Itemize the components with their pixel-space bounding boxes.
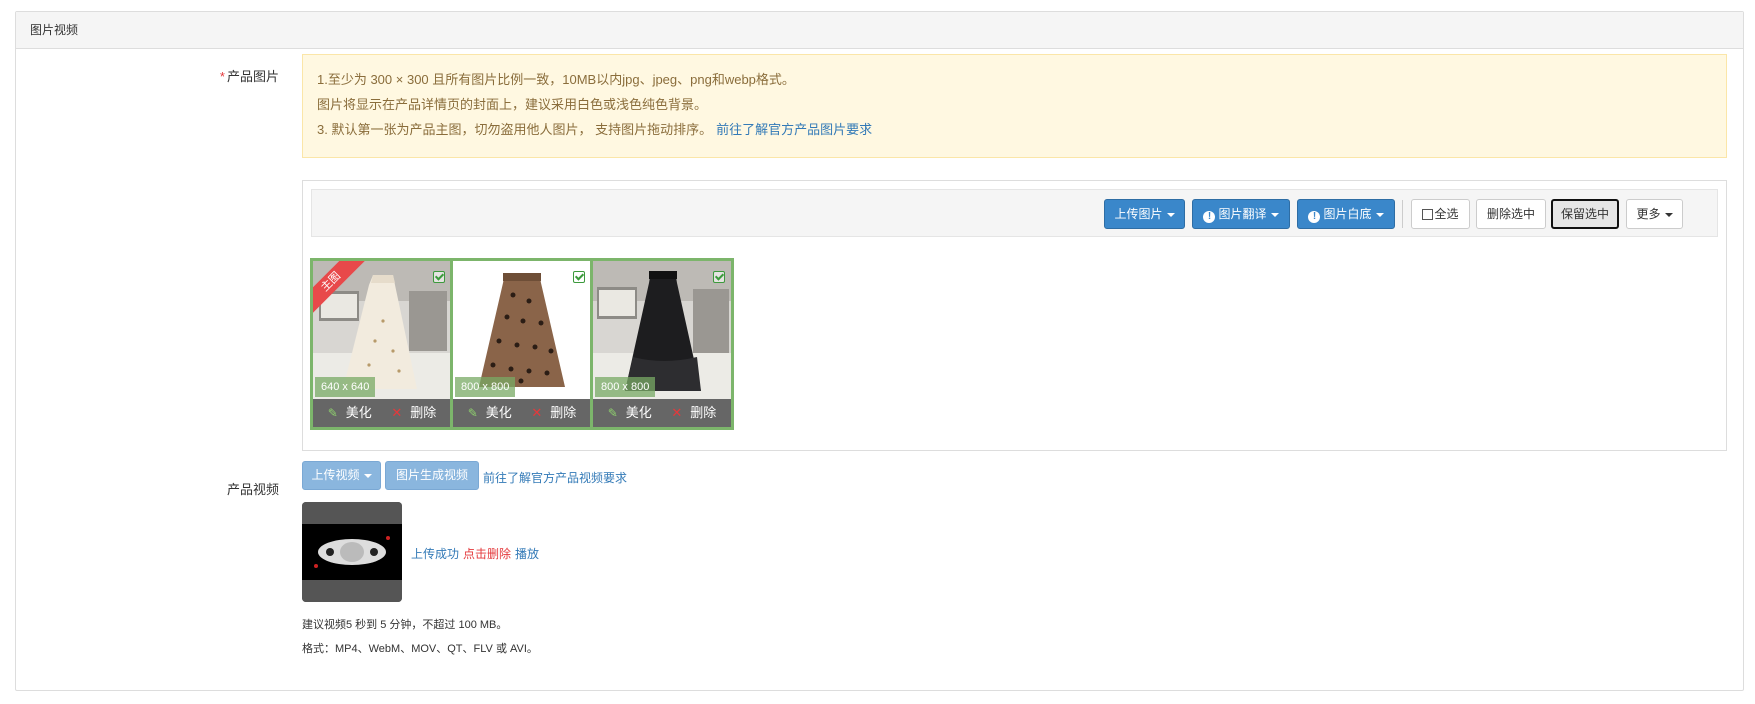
required-mark: * [219, 69, 225, 84]
image-size-label: 800 x 800 [595, 377, 656, 397]
close-icon: ✕ [391, 405, 403, 420]
upload-success-text: 上传成功 [411, 547, 460, 561]
more-button[interactable]: 更多 [1626, 199, 1683, 229]
close-icon: ✕ [671, 405, 683, 420]
image-translate-button[interactable]: ! 图片翻译 [1192, 199, 1290, 229]
checkbox-icon [1422, 209, 1434, 220]
generate-video-button[interactable]: 图片生成视频 [385, 461, 479, 490]
checked-checkbox-icon[interactable] [713, 271, 725, 283]
beautify-button[interactable]: ✎ 美化 [604, 405, 656, 420]
beautify-button[interactable]: ✎ 美化 [464, 405, 516, 420]
pencil-icon: ✎ [467, 406, 478, 420]
video-status: 上传成功 点击删除 播放 [411, 545, 543, 562]
select-all-checkbox[interactable]: 全选 [1411, 199, 1470, 229]
delete-image-button[interactable]: ✕ 删除 [527, 405, 580, 420]
video-thumbnail [302, 502, 402, 602]
caret-down-icon [363, 473, 372, 478]
play-video-link[interactable]: 播放 [515, 547, 539, 561]
delete-image-button[interactable]: ✕ 删除 [667, 405, 720, 420]
image-size-label: 640 x 640 [315, 377, 376, 397]
thumbnail-actions: ✎ 美化 ✕ 删除 [453, 399, 591, 427]
image-thumbnail[interactable]: 800 x 800 ✎ 美化 ✕ 删除 [450, 258, 594, 430]
upload-video-button[interactable]: 上传视频 [302, 461, 381, 490]
delete-video-link[interactable]: 点击删除 [463, 547, 511, 561]
beautify-button[interactable]: ✎ 美化 [324, 405, 376, 420]
image-thumbnail[interactable]: 800 x 800 ✎ 美化 ✕ 删除 [590, 258, 734, 430]
caret-down-icon [1270, 212, 1279, 217]
checked-checkbox-icon[interactable] [433, 271, 445, 283]
notice-line-1: 1.至少为 300 × 300 且所有图片比例一致，10MB以内jpg、jpeg… [317, 72, 795, 87]
image-white-bg-button[interactable]: ! 图片白底 [1297, 199, 1395, 229]
notice-line-2: 图片将显示在产品详情页的封面上，建议采用白色或浅色纯色背景。 [317, 97, 708, 112]
image-toolbar: 上传图片 ! 图片翻译 ! 图片白底 全选 删除选中 保留选中 更多 [311, 189, 1718, 237]
toolbar-divider [1402, 200, 1403, 228]
video-duration-note: 建议视频5 秒到 5 分钟，不超过 100 MB。 [302, 619, 508, 631]
image-manager: 上传图片 ! 图片翻译 ! 图片白底 全选 删除选中 保留选中 更多 主图 64… [302, 180, 1727, 451]
thumbnail-actions: ✎ 美化 ✕ 删除 [313, 399, 451, 427]
product-images-label: * 产品图片 [219, 69, 279, 84]
pencil-icon: ✎ [607, 406, 618, 420]
image-requirements-link[interactable]: 前往了解官方产品图片要求 [716, 122, 872, 137]
image-thumbnail[interactable]: 主图 640 x 640 ✎ 美化 ✕ 删除 [310, 258, 454, 430]
image-requirements-notice: 1.至少为 300 × 300 且所有图片比例一致，10MB以内jpg、jpeg… [302, 54, 1727, 158]
video-requirements-link[interactable]: 前往了解官方产品视频要求 [483, 469, 627, 486]
upload-image-button[interactable]: 上传图片 [1104, 199, 1185, 229]
delete-selected-button[interactable]: 删除选中 [1476, 199, 1546, 229]
product-video-label: 产品视频 [226, 482, 279, 497]
notice-line-3: 3. 默认第一张为产品主图，切勿盗用他人图片， 支持图片拖动排序。 前往了解官方产… [317, 122, 873, 137]
keep-selected-button[interactable]: 保留选中 [1551, 199, 1619, 229]
caret-down-icon [1166, 212, 1175, 217]
image-size-label: 800 x 800 [455, 377, 516, 397]
pencil-icon: ✎ [327, 406, 338, 420]
checked-checkbox-icon[interactable] [573, 271, 585, 283]
caret-down-icon [1375, 212, 1384, 217]
exclamation-icon: ! [1203, 211, 1216, 223]
thumbnail-actions: ✎ 美化 ✕ 删除 [593, 399, 731, 427]
video-preview-image [302, 502, 402, 602]
delete-image-button[interactable]: ✕ 删除 [387, 405, 440, 420]
caret-down-icon [1664, 212, 1673, 217]
exclamation-icon: ! [1308, 211, 1321, 223]
panel-title: 图片视频 [16, 12, 1743, 49]
video-format-note: 格式：MP4、WebM、MOV、QT、FLV 或 AVI。 [302, 643, 538, 655]
close-icon: ✕ [531, 405, 543, 420]
